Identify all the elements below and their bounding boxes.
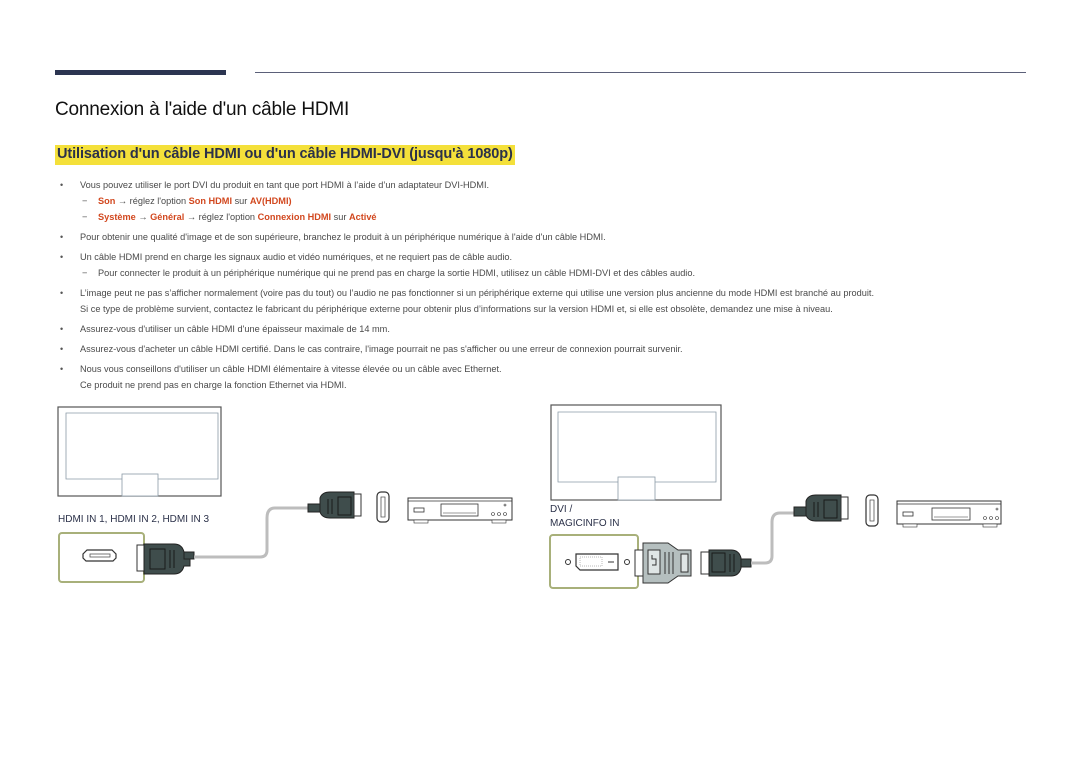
bullet-text: Assurez-vous d'acheter un câble HDMI cer… <box>80 344 683 354</box>
sub-text: réglez l'option <box>196 212 258 222</box>
hdmi-connection-diagram <box>57 406 513 583</box>
bullet-certified: Assurez-vous d'acheter un câble HDMI cer… <box>58 341 1038 357</box>
monitor-back-icon <box>550 404 722 501</box>
bullet-ethernet: Nous vous conseillons d'utiliser un câbl… <box>58 361 1038 393</box>
hdmi-port-frame <box>58 532 145 583</box>
port-label-line: MAGICINFO IN <box>550 518 620 529</box>
dvi-port-frame <box>549 534 639 589</box>
hdmi-plug-icon <box>700 549 752 577</box>
menu-son: Son <box>98 196 116 206</box>
bullet-text: Pour obtenir une qualité d'image et de s… <box>80 232 606 242</box>
bullet-text: Nous vous conseillons d'utiliser un câbl… <box>80 364 502 374</box>
sub-connexion-hdmi: Système → Général → réglez l'option Conn… <box>58 209 1038 225</box>
media-player-icon <box>896 500 1002 528</box>
page-title: Connexion à l'aide d'un câble HDMI <box>55 99 350 120</box>
option-son-hdmi: Son HDMI <box>188 196 233 206</box>
hdmi-port-icon <box>82 549 117 562</box>
hdmi-socket-icon <box>376 491 390 523</box>
heading-bar-thick <box>55 70 226 75</box>
hdmi-plug-icon <box>136 543 195 575</box>
bullet-text: Ce produit ne prend pas en charge la fon… <box>80 380 347 390</box>
hdmi-port-label: HDMI IN 1, HDMI IN 2, HDMI IN 3 <box>58 514 210 525</box>
instructions-list: Vous pouvez utiliser le port DVI du prod… <box>58 177 1038 393</box>
bullet-text: L’image peut ne pas s’afficher normaleme… <box>80 288 875 298</box>
dvi-port-label: DVI / MAGICINFO IN <box>550 503 619 531</box>
hdmi-plug-icon <box>793 494 849 522</box>
arrow-icon: → <box>117 196 128 206</box>
monitor-back-icon <box>57 406 222 497</box>
bullet-text: Un câble HDMI prend en charge les signau… <box>80 252 513 262</box>
media-player-icon <box>407 497 513 524</box>
sub-text: Pour connecter le produit à un périphéri… <box>98 268 696 278</box>
menu-systeme: Système <box>98 212 136 222</box>
hdmi-plug-icon <box>307 491 362 519</box>
bullet-thickness: Assurez-vous d'utiliser un câble HDMI d'… <box>58 321 1038 337</box>
bullet-text: Vous pouvez utiliser le port DVI du prod… <box>80 180 490 190</box>
dvi-hdmi-adapter-icon <box>634 542 692 584</box>
dvi-connection-diagram <box>549 404 1002 589</box>
menu-general: Général <box>150 212 185 222</box>
arrow-icon: → <box>138 212 148 222</box>
bullet-audio-video: Un câble HDMI prend en charge les signau… <box>58 249 1038 265</box>
bullet-text: Si ce type de problème survient, contact… <box>80 304 833 314</box>
heading-rule <box>255 72 1026 73</box>
value-av-hdmi: AV(HDMI) <box>249 196 292 206</box>
option-connexion-hdmi: Connexion HDMI <box>257 212 332 222</box>
port-label-line: DVI / <box>550 504 573 515</box>
hdmi-socket-icon <box>865 494 879 527</box>
arrow-icon: → <box>186 212 197 222</box>
sub-text: sur <box>331 212 349 222</box>
bullet-dvi-port: Vous pouvez utiliser le port DVI du prod… <box>58 177 1038 193</box>
section-subtitle: Utilisation d'un câble HDMI ou d'un câbl… <box>55 145 515 165</box>
value-active: Activé <box>348 212 377 222</box>
hdmi-cable <box>751 511 796 565</box>
sub-son-hdmi: Son → réglez l'option Son HDMI sur AV(HD… <box>58 193 1038 209</box>
bullet-older-version: L’image peut ne pas s’afficher normaleme… <box>58 285 1038 317</box>
sub-text: réglez l'option <box>127 196 189 206</box>
hdmi-cable <box>194 506 308 559</box>
bullet-text: Assurez-vous d'utiliser un câble HDMI d'… <box>80 324 390 334</box>
sub-hdmi-dvi: Pour connecter le produit à un périphéri… <box>58 265 1038 281</box>
bullet-quality: Pour obtenir une qualité d'image et de s… <box>58 229 1038 245</box>
sub-text: sur <box>232 196 250 206</box>
